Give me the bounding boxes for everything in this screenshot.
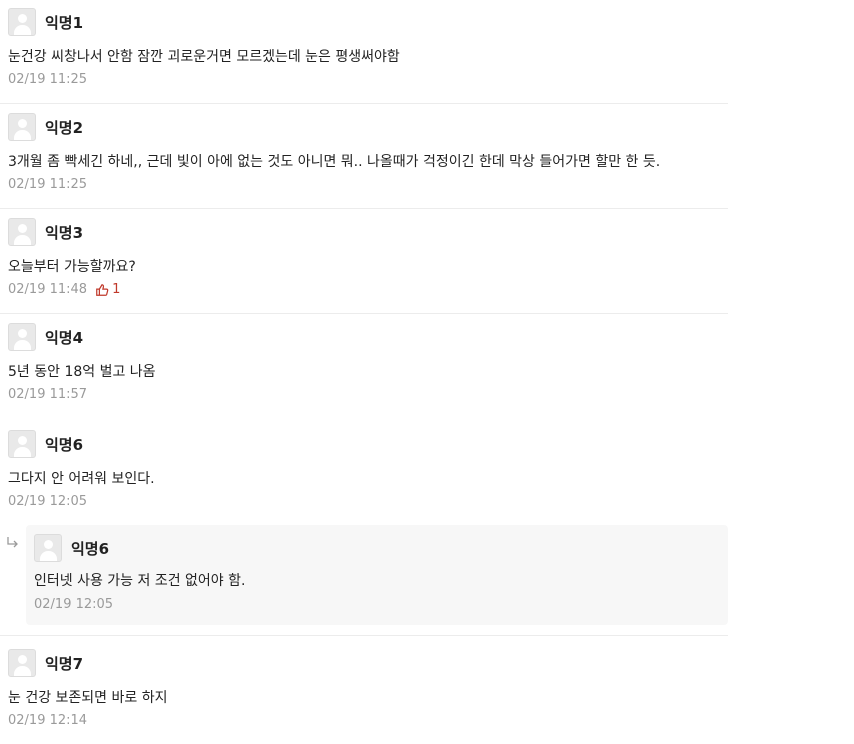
comment-text: 눈건강 씨창나서 안함 잠깐 괴로운거면 모르겠는데 눈은 평생써야함: [8, 49, 400, 65]
reply-item: 익명6 인터넷 사용 가능 저 조건 없어야 함. 02/19 12:05: [26, 525, 728, 625]
comment-time: 02/19 11:25: [8, 72, 88, 87]
comment-meta: 02/19 11:25: [8, 177, 87, 192]
comment-meta: 02/19 11:57: [8, 387, 87, 402]
comment-item: 익명3 오늘부터 가능할까요? 02/19 11:48 1: [0, 209, 728, 314]
comment-time: 02/19 11:25: [8, 177, 88, 192]
comment-meta: 02/19 11:25: [8, 72, 87, 87]
comment-text: 눈 건강 보존되면 바로 하지: [8, 690, 168, 706]
reply-text: 인터넷 사용 가능 저 조건 없어야 함.: [34, 573, 246, 589]
comment-text: 그다지 안 어려워 보인다.: [8, 471, 155, 487]
default-avatar-icon: [8, 430, 36, 458]
default-avatar-icon: [8, 8, 36, 36]
default-avatar-icon: [8, 323, 36, 351]
comment-item: 익명4 5년 동안 18억 벌고 나옴 02/19 11:57: [0, 314, 728, 418]
comment-meta: 02/19 11:48 1: [8, 282, 120, 297]
author-name: 익명6: [71, 539, 110, 558]
author-name: 익명2: [45, 118, 84, 137]
comment-header: 익명3: [8, 217, 83, 247]
comment-header: 익명6: [8, 429, 83, 459]
author-name: 익명6: [45, 435, 84, 454]
author-name: 익명4: [45, 328, 84, 347]
default-avatar-icon: [8, 218, 36, 246]
comment-text: 3개월 좀 빡세긴 하네,, 근데 빛이 아에 없는 것도 아니면 뭐.. 나올…: [8, 154, 661, 170]
comment-header: 익명7: [8, 648, 83, 678]
thumbs-up-icon: [96, 283, 109, 296]
author-name: 익명1: [45, 13, 84, 32]
like-count: 1: [112, 282, 121, 297]
reply-thread: 익명6 인터넷 사용 가능 저 조건 없어야 함. 02/19 12:05: [0, 525, 728, 636]
reply-meta: 02/19 12:05: [34, 597, 113, 612]
comment-header: 익명2: [8, 112, 83, 142]
comment-item: 익명7 눈 건강 보존되면 바로 하지 02/19 12:14: [0, 636, 728, 744]
like-button[interactable]: 1: [95, 282, 120, 297]
comment-header: 익명4: [8, 322, 83, 352]
reply-time: 02/19 12:05: [34, 597, 114, 612]
comment-list: 익명1 눈건강 씨창나서 안함 잠깐 괴로운거면 모르겠는데 눈은 평생써야함 …: [0, 0, 728, 744]
author-name: 익명3: [45, 223, 84, 242]
comment-time: 02/19 11:57: [8, 387, 88, 402]
comment-time: 02/19 11:48: [8, 282, 88, 297]
reply-header: 익명6: [34, 533, 109, 563]
comment-item: 익명2 3개월 좀 빡세긴 하네,, 근데 빛이 아에 없는 것도 아니면 뭐.…: [0, 104, 728, 209]
reply-arrow-icon: [7, 537, 18, 548]
author-name: 익명7: [45, 654, 84, 673]
comment-meta: 02/19 12:14: [8, 713, 87, 728]
comment-time: 02/19 12:14: [8, 713, 88, 728]
comment-text: 5년 동안 18억 벌고 나옴: [8, 364, 156, 380]
comment-time: 02/19 12:05: [8, 494, 88, 509]
comment-item: 익명6 그다지 안 어려워 보인다. 02/19 12:05: [0, 418, 728, 525]
comment-item: 익명1 눈건강 씨창나서 안함 잠깐 괴로운거면 모르겠는데 눈은 평생써야함 …: [0, 0, 728, 104]
default-avatar-icon: [34, 534, 62, 562]
comment-meta: 02/19 12:05: [8, 494, 87, 509]
comment-text: 오늘부터 가능할까요?: [8, 259, 136, 275]
comment-header: 익명1: [8, 7, 83, 37]
default-avatar-icon: [8, 113, 36, 141]
default-avatar-icon: [8, 649, 36, 677]
